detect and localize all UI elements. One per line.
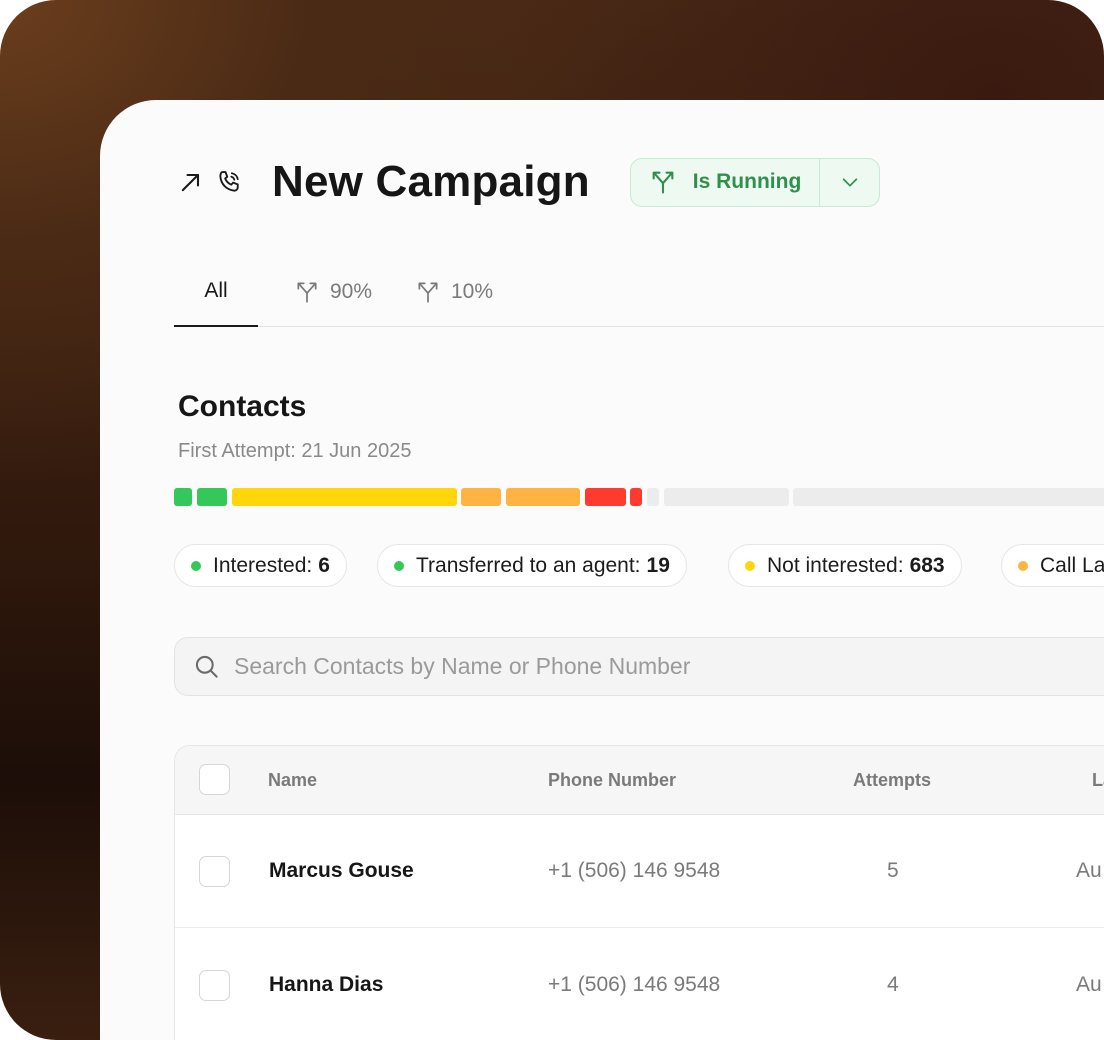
table-row[interactable]: Hanna Dias +1 (506) 146 9548 4 Au [175,929,1104,1040]
split-arrows-icon [652,171,674,194]
contact-phone: +1 (506) 146 9548 [548,859,721,882]
search-input[interactable] [234,653,934,680]
status-dot [1018,560,1028,571]
split-arrows-icon [297,281,317,303]
pill-count: 683 [909,553,945,577]
column-header-last[interactable]: La [1092,770,1104,791]
bar-segment [506,488,580,506]
contact-attempts: 5 [887,859,899,882]
tab-label: 10% [451,279,494,303]
search-icon [195,655,218,678]
outbound-arrow-icon [176,167,206,197]
outcome-pills: Interested: 6 Transferred to an agent: 1… [174,544,1104,587]
contact-search[interactable] [174,637,1104,696]
pill-count: 6 [318,553,330,577]
bar-segment [630,488,642,506]
row-checkbox[interactable] [199,970,230,1001]
bar-segment [232,488,457,506]
first-attempt-text: First Attempt: 21 Jun 2025 [178,440,412,462]
outcome-progress-bar [174,488,1104,506]
table-header: Name Phone Number Attempts La [175,746,1104,815]
page-title: New Campaign [272,157,590,206]
pill-not-interested[interactable]: Not interested: 683 [728,544,962,587]
pill-label: Call La [1040,553,1104,577]
status-dot [191,560,201,571]
bar-segment [174,488,192,506]
contact-last: Au [1076,973,1102,996]
status-label: Is Running [692,170,802,193]
tab-label: 90% [330,279,373,303]
tab-variant-90[interactable]: 90% [294,256,372,327]
column-header-phone[interactable]: Phone Number [548,770,676,791]
status-dot [745,560,755,571]
bar-segment [461,488,501,506]
contacts-table: Name Phone Number Attempts La Marcus Gou… [174,745,1104,1040]
pill-count: 19 [646,553,670,577]
pill-transferred[interactable]: Transferred to an agent: 19 [377,544,687,587]
contact-name: Marcus Gouse [269,859,414,882]
tab-variant-10[interactable]: 10% [415,256,493,327]
chevron-down-icon [842,178,858,187]
contact-attempts: 4 [887,973,899,996]
status-dropdown[interactable]: Is Running [629,157,881,207]
pill-call-later[interactable]: Call La [1001,544,1104,587]
status-button[interactable]: Is Running [631,159,820,206]
phone-call-icon [214,167,244,197]
pill-label: Interested: [213,553,313,577]
tab-label: All [204,278,228,302]
pill-interested[interactable]: Interested: 6 [174,544,347,587]
contact-last: Au [1076,859,1102,882]
pill-label: Not interested: [767,553,904,577]
bar-segment [585,488,626,506]
bar-segment [197,488,227,506]
campaign-header: New Campaign Is Running [176,152,881,212]
select-all-checkbox[interactable] [199,764,230,795]
table-row[interactable]: Marcus Gouse +1 (506) 146 9548 5 Au [175,815,1104,928]
status-dot [394,560,404,571]
row-checkbox[interactable] [199,856,230,887]
bar-segment [647,488,659,506]
split-arrows-icon [418,281,438,303]
contact-phone: +1 (506) 146 9548 [548,973,721,996]
contact-name: Hanna Dias [269,973,384,996]
status-caret-button[interactable] [819,158,879,206]
campaign-panel: New Campaign Is Running All 90% 10% Cont… [100,100,1104,1040]
column-header-name[interactable]: Name [268,770,317,791]
bar-segment [793,488,1104,506]
tab-all[interactable]: All [174,256,258,327]
bar-segment [664,488,789,506]
tab-bar: All 90% 10% [174,256,1104,327]
column-header-attempts[interactable]: Attempts [853,770,931,791]
pill-label: Transferred to an agent: [416,553,641,577]
contacts-title: Contacts [178,390,307,423]
